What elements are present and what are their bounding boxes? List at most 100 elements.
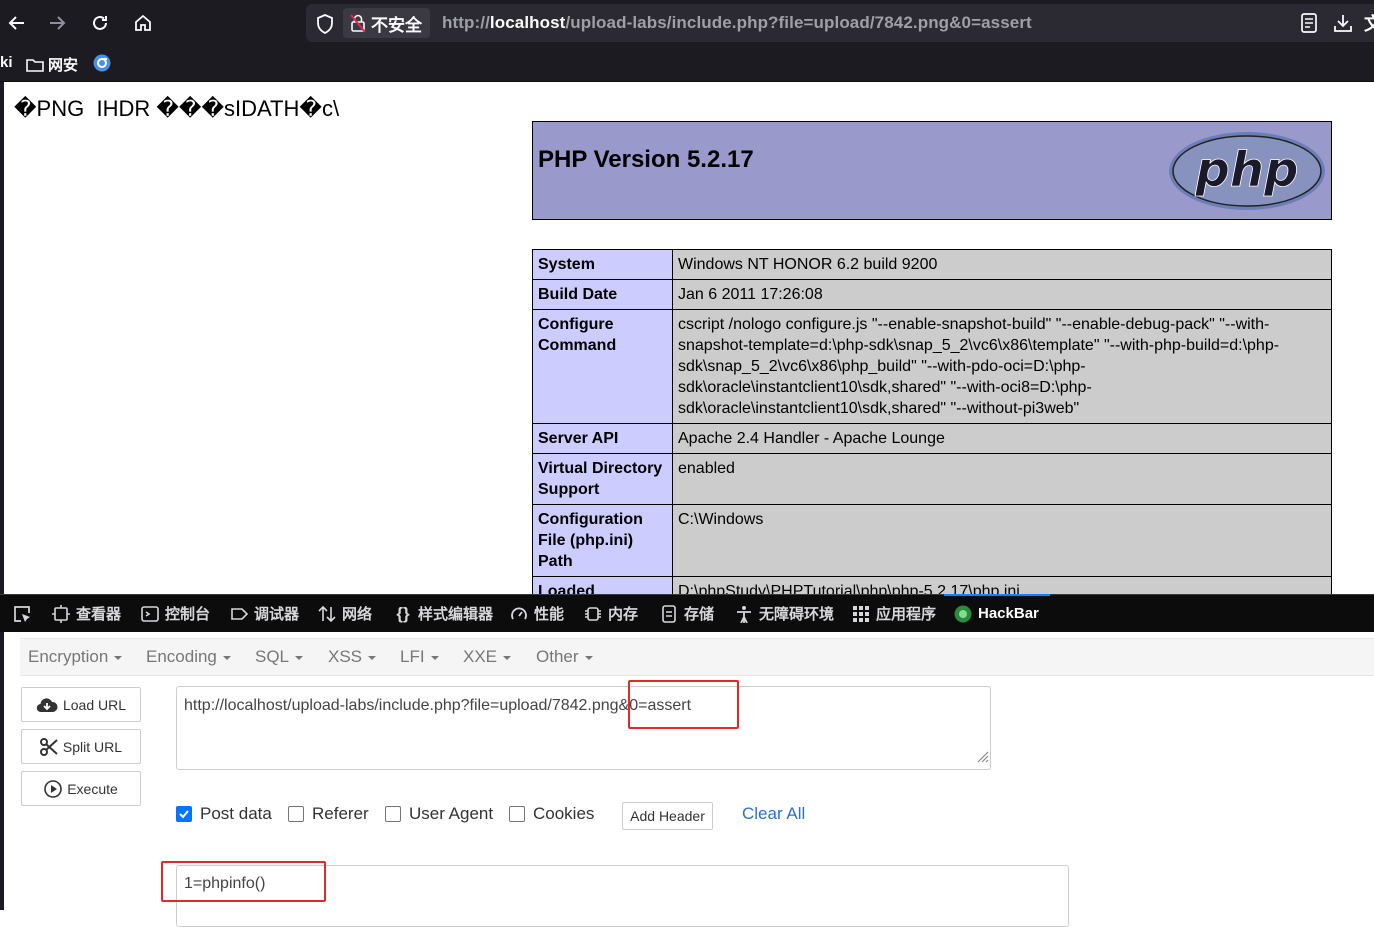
menu-other[interactable]: Other (536, 647, 593, 667)
menu-label: Encoding (146, 647, 217, 666)
table-key: Configuration File (php.ini) Path (532, 504, 673, 577)
tab-style-editor[interactable]: {} 样式编辑器 (394, 595, 493, 632)
bookmark-item[interactable]: ki (0, 54, 13, 71)
php-logo-text: php (1195, 142, 1299, 198)
address-bar[interactable]: 不安全 http://localhost/upload-labs/include… (306, 4, 1374, 42)
table-row: System Windows NT HONOR 6.2 build 9200 (532, 249, 1332, 280)
cookies-checkbox[interactable]: Cookies (509, 804, 594, 824)
tab-debugger[interactable]: 调试器 (230, 595, 299, 632)
menu-sql[interactable]: SQL (255, 647, 304, 667)
tab-application[interactable]: 应用程序 (852, 595, 936, 632)
menu-encoding[interactable]: Encoding (146, 647, 231, 667)
phpinfo-header: PHP Version 5.2.17 php (532, 121, 1332, 220)
tab-performance[interactable]: 性能 (510, 595, 564, 632)
cloud-download-icon (36, 697, 58, 712)
tab-label: 内存 (608, 606, 639, 623)
insecure-lock-icon (350, 14, 366, 33)
table-key: Virtual Directory Support (532, 453, 673, 505)
menu-encryption[interactable]: Encryption (28, 647, 123, 667)
reload-button[interactable] (83, 6, 117, 40)
caret-down-icon (584, 655, 593, 660)
table-key: Loaded (532, 576, 673, 594)
insecure-connection-badge[interactable]: 不安全 (343, 8, 430, 38)
table-value: enabled (672, 453, 1332, 505)
add-header-button[interactable]: Add Header (622, 802, 713, 830)
tab-hackbar[interactable]: HackBar (954, 595, 1039, 632)
table-row: Loaded D:\phpStudy\PHPTutorial\php\php-5.… (532, 576, 1332, 594)
active-tab-indicator (944, 594, 1050, 596)
tab-accessibility[interactable]: 无障碍环境 (735, 595, 834, 632)
tab-label: 查看器 (76, 606, 122, 623)
tab-storage[interactable]: 存储 (660, 595, 714, 632)
debugger-icon (230, 605, 248, 623)
table-value: cscript /nologo configure.js "--enable-s… (672, 309, 1332, 424)
arrow-right-icon (50, 16, 66, 30)
table-key: System (532, 249, 673, 280)
memory-icon (584, 605, 602, 623)
checkbox-unchecked-icon (509, 806, 525, 822)
download-icon[interactable] (1332, 12, 1354, 39)
reader-view-icon[interactable] (1299, 12, 1319, 39)
caret-down-icon (430, 655, 439, 660)
menu-lfi[interactable]: LFI (400, 647, 439, 667)
table-value: D:\phpStudy\PHPTutorial\php\php-5.2.17\p… (672, 576, 1332, 594)
tab-label: 控制台 (165, 606, 211, 623)
network-icon (318, 605, 336, 623)
tab-label: 调试器 (254, 606, 300, 623)
url-prefix: http:// (442, 13, 490, 32)
menu-label: Encryption (28, 647, 109, 666)
url-textarea[interactable]: http://localhost/upload-labs/include.php… (176, 686, 991, 770)
php-logo: php (1167, 130, 1327, 217)
table-key: Configure Command (532, 309, 673, 424)
tab-console[interactable]: 控制台 (141, 595, 210, 632)
devtools-toolbar: 查看器 控制台 调试器 网络 {} 样式编辑器 性能 内存 存储 无障碍环境 应用… (0, 594, 1374, 632)
element-picker-button[interactable] (12, 595, 32, 632)
tab-inspector[interactable]: 查看器 (52, 595, 121, 632)
phpinfo-table: System Windows NT HONOR 6.2 build 9200 Bu… (532, 249, 1332, 594)
menu-xxe[interactable]: XXE (463, 647, 512, 667)
tab-memory[interactable]: 内存 (584, 595, 638, 632)
split-url-button[interactable]: Split URL (21, 729, 141, 764)
referer-checkbox[interactable]: Referer (288, 804, 369, 824)
php-version-title: PHP Version 5.2.17 (538, 146, 754, 173)
page-content: �PNG IHDR ���sIDATH�c\ PHP Version 5.2.1… (0, 82, 1374, 594)
table-value: Windows NT HONOR 6.2 build 9200 (672, 249, 1332, 280)
back-button[interactable] (0, 6, 34, 40)
bookmark-favicon[interactable] (93, 54, 111, 72)
accessibility-icon (735, 605, 753, 623)
user-agent-checkbox[interactable]: User Agent (385, 804, 493, 824)
tab-label: 应用程序 (876, 606, 937, 623)
menu-label: XSS (328, 647, 363, 666)
site-favicon-icon (93, 54, 111, 72)
tracking-protection-icon[interactable] (314, 13, 336, 35)
button-label: Load URL (62, 696, 127, 713)
checkbox-label: Post data (200, 804, 272, 823)
home-button[interactable] (126, 6, 160, 40)
extension-icon[interactable]: 文 (1364, 10, 1374, 36)
url-text[interactable]: http://localhost/upload-labs/include.php… (442, 13, 1032, 33)
inspector-icon (52, 604, 70, 623)
bookmark-folder[interactable]: 网安 (26, 54, 78, 75)
caret-down-icon (368, 655, 377, 660)
insecure-label: 不安全 (371, 15, 422, 35)
checkbox-label: Referer (312, 804, 369, 823)
annotation-box-url-param (628, 680, 739, 729)
table-key: Build Date (532, 279, 673, 310)
folder-icon (26, 58, 44, 72)
resize-grip-icon[interactable] (975, 749, 989, 768)
arrow-left-icon (8, 16, 24, 30)
execute-button[interactable]: Execute (21, 771, 141, 806)
post-data-checkbox[interactable]: Post data (176, 804, 272, 824)
menu-label: XXE (463, 647, 498, 666)
browser-toolbar: 不安全 http://localhost/upload-labs/include… (0, 0, 1374, 46)
menu-xss[interactable]: XSS (328, 647, 377, 667)
bookmarks-bar: ki 网安 (0, 46, 1374, 82)
clear-all-link[interactable]: Clear All (742, 804, 805, 824)
hackbar-menu-bar: Encryption Encoding SQL XSS LFI XXE Othe… (20, 638, 1374, 676)
reload-icon (93, 15, 107, 30)
menu-label: LFI (400, 647, 425, 666)
load-url-button[interactable]: Load URL (21, 687, 141, 722)
caret-down-icon (114, 655, 123, 660)
forward-button[interactable] (40, 6, 74, 40)
tab-network[interactable]: 网络 (318, 595, 372, 632)
